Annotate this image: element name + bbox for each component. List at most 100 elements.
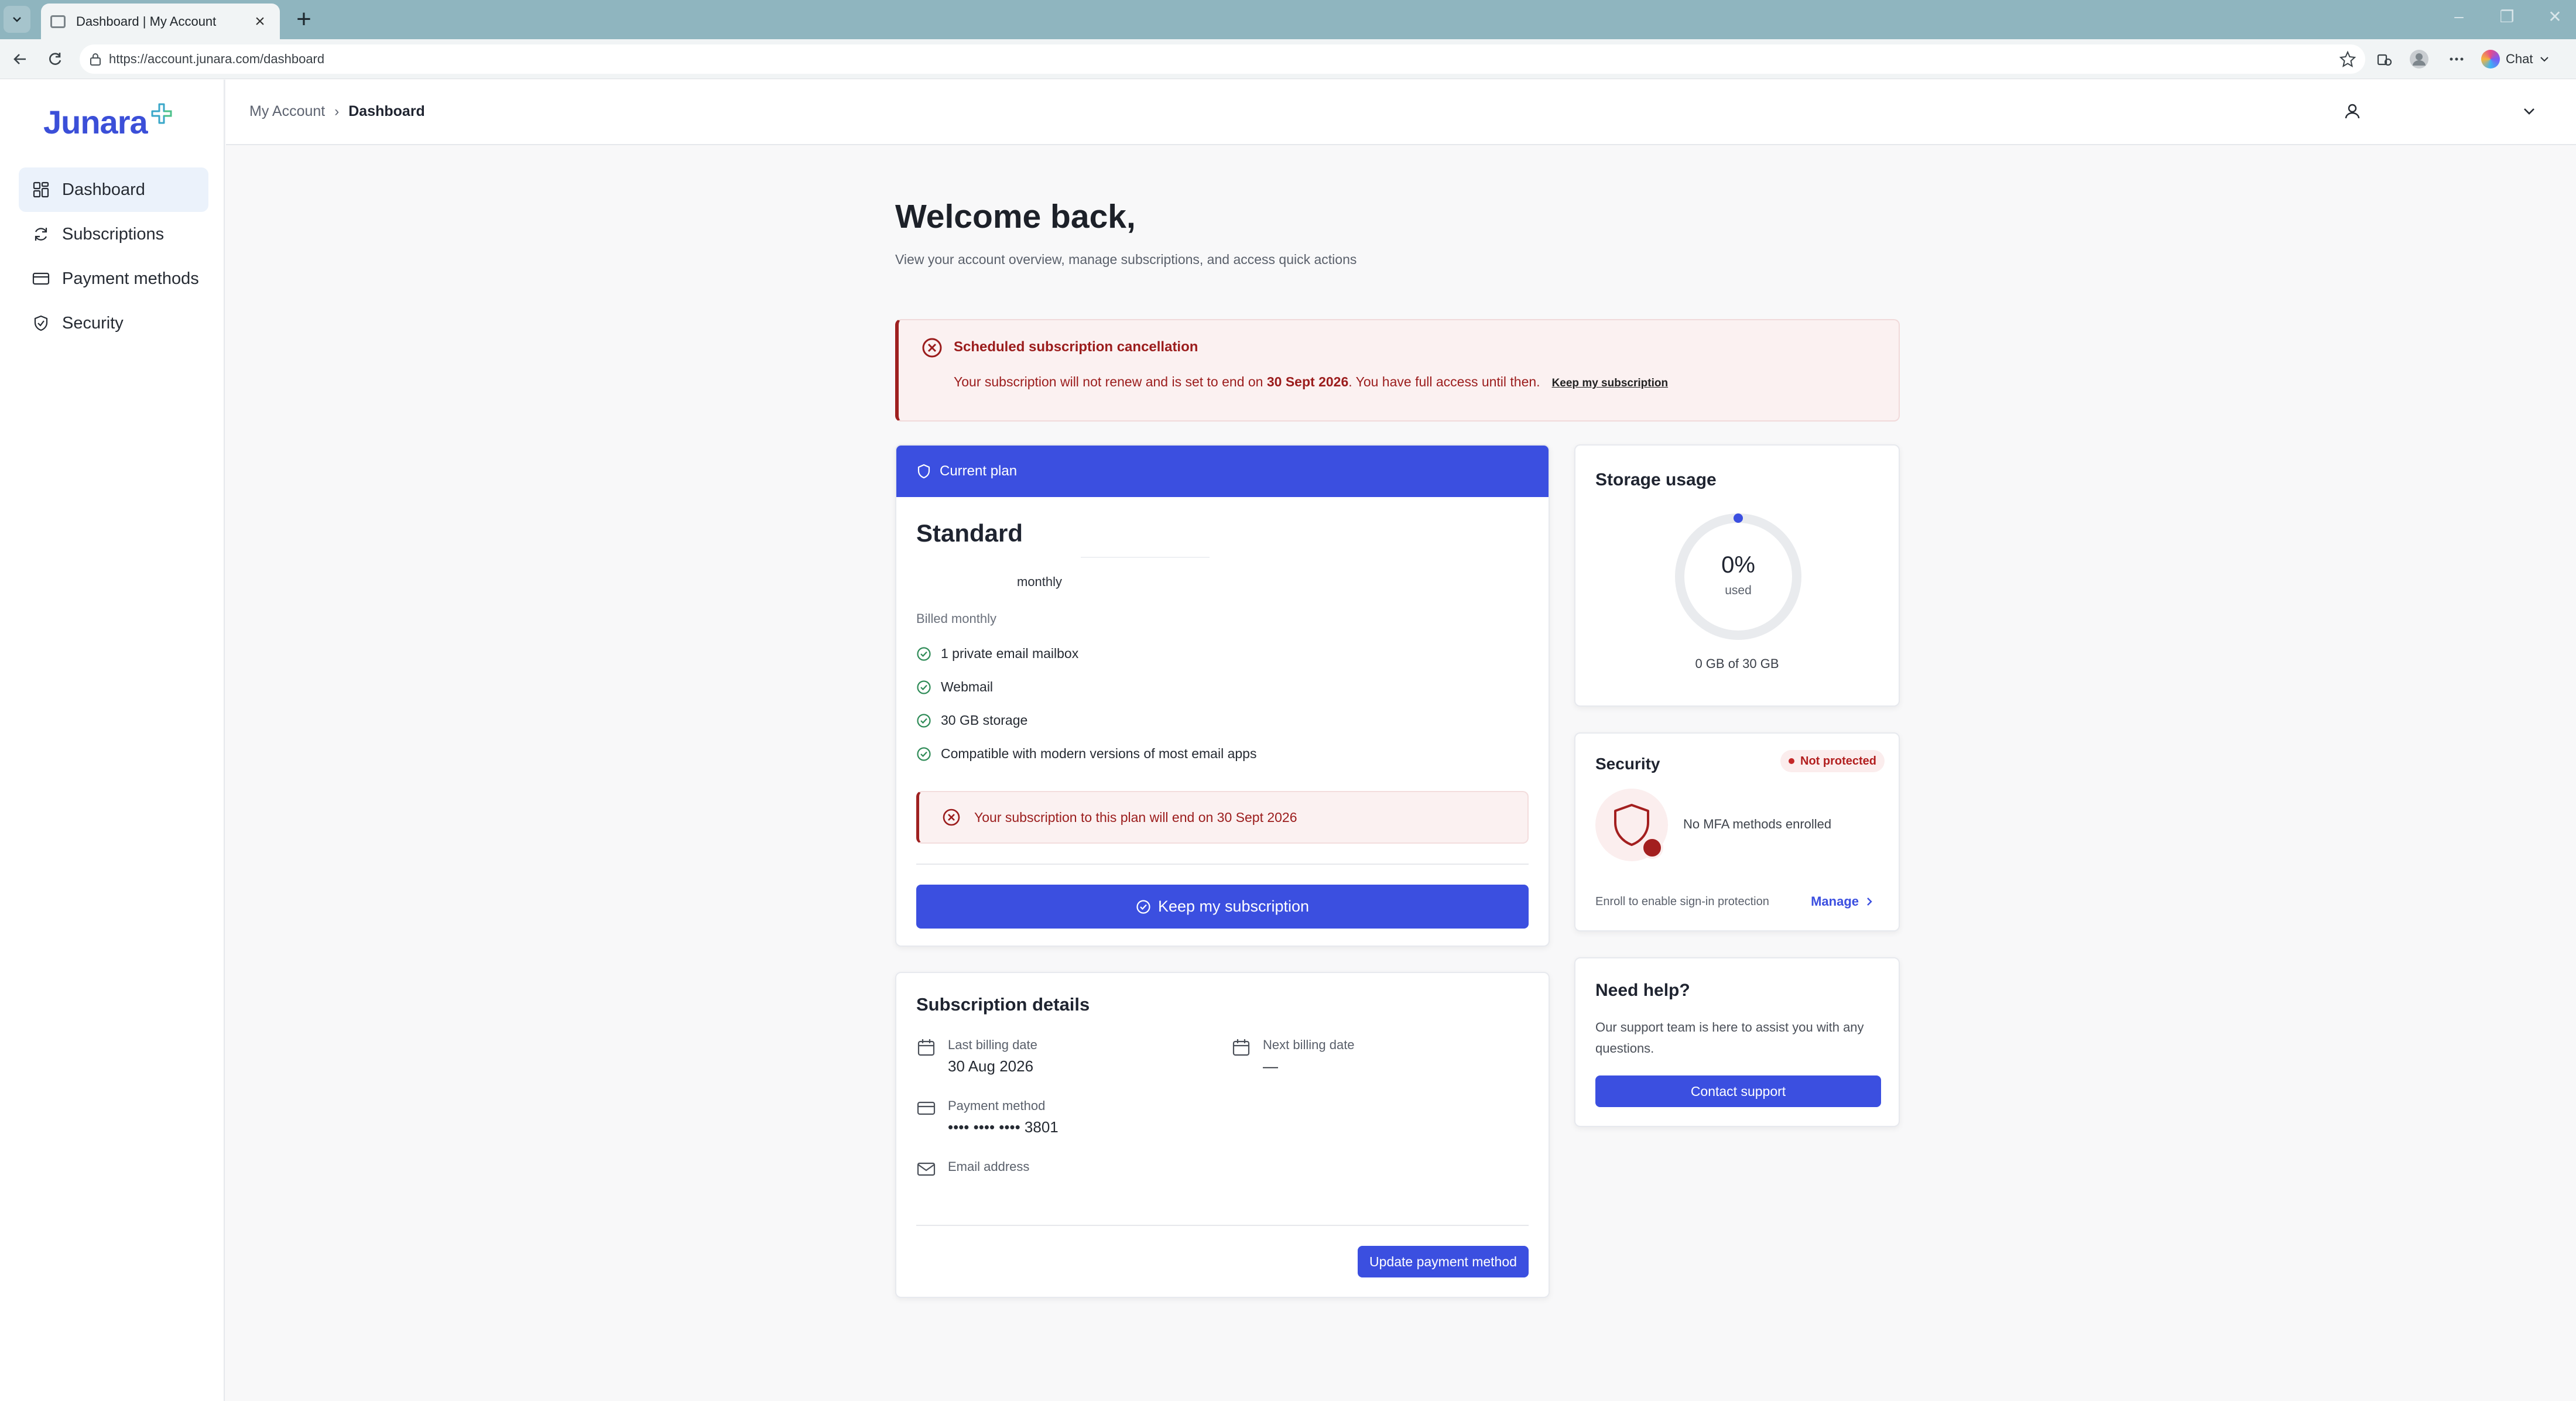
storage-used-label: used [1725,584,1752,597]
sidebar-item-subscriptions[interactable]: Subscriptions [19,212,208,256]
help-title: Need help? [1595,981,1690,1000]
close-tab-icon[interactable]: × [249,12,270,32]
plan-header-label: Current plan [940,463,1018,479]
calendar-icon [1232,1039,1250,1056]
payment-method-label: Payment method [948,1098,1046,1113]
sidebar-item-dashboard[interactable]: Dashboard [19,167,208,212]
reload-icon[interactable] [43,47,67,71]
update-payment-method-button[interactable]: Update payment method [1358,1246,1529,1277]
divider [916,1225,1529,1226]
browser-toolbar: https://account.junara.com/dashboard Cha… [0,39,2576,79]
x-circle-icon [922,338,942,358]
logo-cross-icon [151,103,172,124]
last-billing-field: Last billing date 30 Aug 2026 [916,1037,1209,1084]
browser-tab[interactable]: Dashboard | My Account × [41,4,280,39]
profile-avatar[interactable] [2407,47,2431,71]
sidebar-item-security[interactable]: Security [19,301,208,345]
new-tab-icon[interactable]: + [290,6,317,33]
next-billing-label: Next billing date [1263,1037,1355,1052]
minimize-icon[interactable]: – [2447,7,2471,26]
plan-period: monthly [1017,574,1063,589]
storage-usage-card: Storage usage 0% used 0 GB of 30 GB [1574,444,1900,707]
chevron-right-icon [1867,898,1872,906]
plan-card-header: Current plan [896,446,1549,497]
shield-check-icon [32,314,50,333]
help-card: Need help? Our support team is here to a… [1574,957,1900,1127]
mfa-status-message: No MFA methods enrolled [1683,817,1832,831]
current-plan-card: Current plan Standard monthly Billed mon… [895,444,1550,947]
back-icon[interactable] [8,47,32,71]
details-title: Subscription details [916,994,1090,1015]
site-info-icon[interactable] [89,52,102,66]
divider [916,864,1529,865]
security-card: Security Not protected No MFA methods en… [1574,732,1900,931]
page-icon [50,15,66,28]
logo-wordmark: Junara [43,104,148,141]
check-circle-icon [916,646,934,662]
favorite-star-icon[interactable] [2336,47,2359,71]
breadcrumb: My Account › Dashboard [249,103,425,120]
junara-logo[interactable]: Junara [43,103,173,141]
keep-subscription-button[interactable]: Keep my subscription [916,885,1529,929]
breadcrumb-current: Dashboard [348,103,425,119]
plan-end-warning: Your subscription to this plan will end … [916,791,1529,844]
alert-title: Scheduled subscription cancellation [954,339,1198,355]
sidebar-item-payment-methods[interactable]: Payment methods [19,256,208,301]
x-circle-icon [941,807,961,827]
feature-item: 30 GB storage [916,713,1027,728]
chevron-right-icon: › [334,103,340,119]
page-subtitle: View your account overview, manage subsc… [895,252,1357,267]
chat-label: Chat [2506,52,2533,66]
address-bar[interactable]: https://account.junara.com/dashboard [80,44,2365,74]
alert-end-date: 30 Sept 2026 [1266,374,1349,389]
close-window-icon[interactable]: ✕ [2543,7,2567,26]
enroll-hint: Enroll to enable sign-in protection [1595,895,1769,908]
shield-icon [916,464,931,479]
chevron-down-icon[interactable] [2521,103,2537,119]
storage-percent: 0% [1721,552,1755,578]
divider [1081,557,1210,558]
mail-icon [917,1162,936,1176]
user-icon[interactable] [2343,102,2362,121]
contact-support-button[interactable]: Contact support [1595,1075,1881,1107]
feature-item: Webmail [916,679,993,695]
status-badge: Not protected [1780,750,1885,772]
feature-label: Webmail [941,679,994,694]
credit-card-icon [917,1101,936,1115]
security-shield-badge [1595,789,1671,864]
payment-method-value: •••• •••• •••• 3801 [948,1118,1059,1136]
check-circle-icon [916,713,934,728]
sidebar-item-label: Payment methods [62,269,199,288]
plan-warning-text: Your subscription to this plan will end … [974,809,1297,825]
calendar-icon [917,1039,935,1056]
plan-name: Standard [916,519,1023,547]
breadcrumb-root[interactable]: My Account [249,103,325,120]
more-options-icon[interactable] [2445,47,2468,71]
sidebar-item-label: Subscriptions [62,224,165,244]
alert-body-prefix: Your subscription will not renew and is … [954,374,1263,389]
email-field: Email address [916,1159,1209,1206]
check-circle-icon [1136,899,1151,914]
extensions-icon[interactable] [2372,47,2396,71]
status-badge-label: Not protected [1800,754,1876,768]
tab-list-button[interactable] [4,6,30,33]
last-billing-value: 30 Aug 2026 [948,1057,1034,1075]
browser-tab-bar: Dashboard | My Account × + – ❐ ✕ [0,0,2576,39]
check-circle-icon [916,746,934,762]
page-title: Welcome back, [895,198,1136,235]
manage-security-link[interactable]: Manage [1811,894,1875,909]
restore-icon[interactable]: ❐ [2495,7,2519,26]
feature-item: 1 private email mailbox [916,646,1078,662]
top-bar: My Account › Dashboard [226,80,2576,145]
next-billing-value: — [1263,1057,1278,1075]
feature-label: Compatible with modern versions of most … [941,746,1257,761]
chat-button[interactable]: Chat [2481,46,2550,72]
payment-method-field: Payment method •••• •••• •••• 3801 [916,1098,1209,1145]
sidebar: Junara Dashboard Subscriptions Payment m… [0,80,225,1401]
tab-title: Dashboard | My Account [76,13,217,29]
last-billing-label: Last billing date [948,1037,1037,1052]
subscription-details-card: Subscription details Last billing date 3… [895,972,1550,1298]
alert-body: Your subscription will not renew and is … [954,374,1668,390]
security-title: Security [1595,755,1660,773]
keep-subscription-link[interactable]: Keep my subscription [1552,377,1669,389]
